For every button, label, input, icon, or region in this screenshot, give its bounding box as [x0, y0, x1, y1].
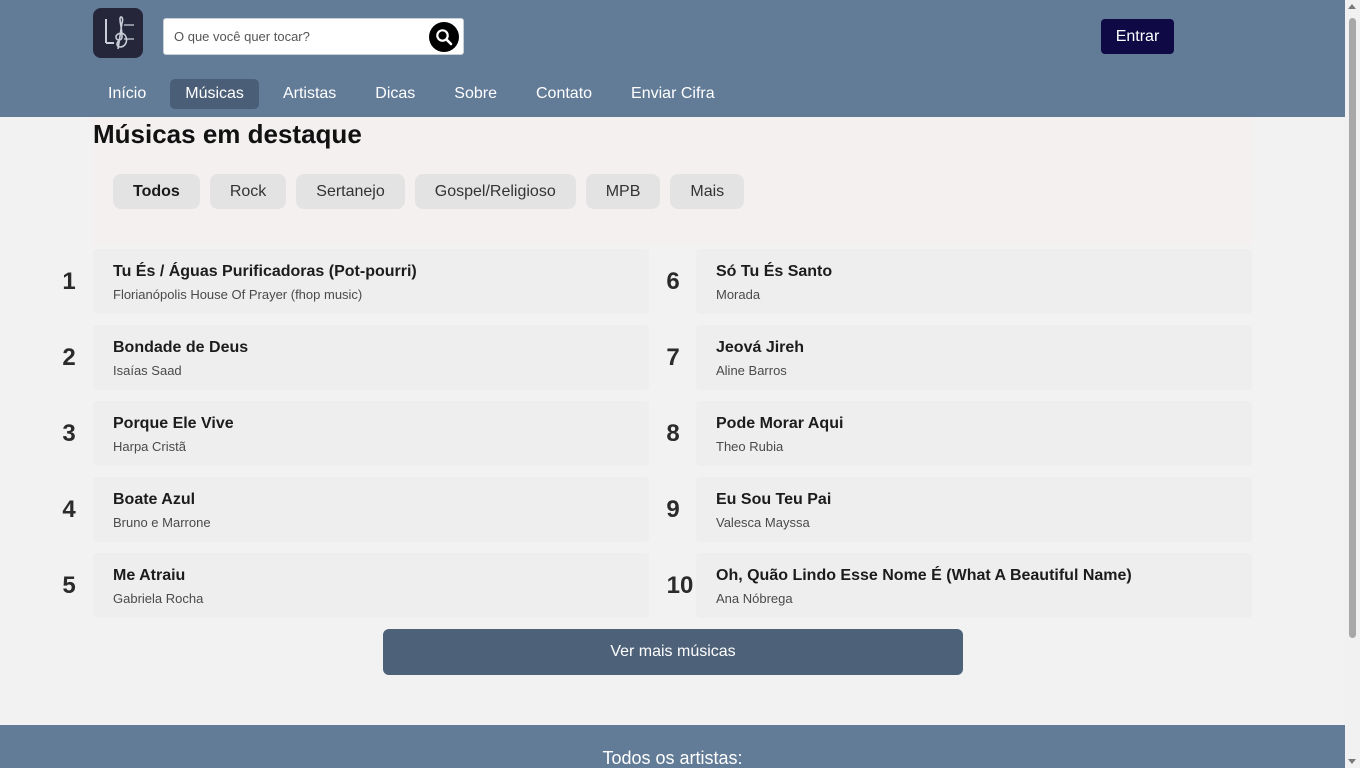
song-title: Boate Azul	[113, 491, 196, 508]
search-input[interactable]	[164, 19, 419, 54]
scroll-up-icon[interactable]	[1348, 4, 1356, 9]
scrollbar-thumb[interactable]	[1349, 18, 1356, 638]
song-rank: 6	[666, 268, 680, 295]
nav-item-musicas[interactable]: Músicas	[170, 79, 259, 109]
song-item[interactable]: Bondade de Deus Isaías Saad	[93, 325, 649, 390]
song-title: Oh, Quão Lindo Esse Nome É (What A Beaut…	[716, 567, 1132, 584]
song-title: Me Atraiu	[113, 567, 186, 584]
treble-clef-logo-icon[interactable]	[93, 8, 143, 58]
more-songs-button[interactable]: Ver mais músicas	[383, 629, 963, 675]
filter-mpb[interactable]: MPB	[585, 174, 661, 209]
search-button[interactable]	[429, 22, 459, 52]
artists-footer: Todos os artistas:	[0, 725, 1345, 768]
genre-filters: Todos Rock Sertanejo Gospel/Religioso MP…	[113, 174, 754, 209]
song-artist: Harpa Cristã	[113, 439, 186, 454]
login-button[interactable]: Entrar	[1101, 19, 1174, 54]
song-item[interactable]: Jeová Jireh Aline Barros	[696, 325, 1252, 390]
song-item[interactable]: Eu Sou Teu Pai Valesca Mayssa	[696, 477, 1252, 542]
song-item[interactable]: Só Tu És Santo Morada	[696, 249, 1252, 314]
song-item[interactable]: Oh, Quão Lindo Esse Nome É (What A Beaut…	[696, 553, 1252, 618]
song-item[interactable]: Pode Morar Aqui Theo Rubia	[696, 401, 1252, 466]
page-scrollbar[interactable]	[1345, 0, 1360, 768]
filter-gospel[interactable]: Gospel/Religioso	[414, 174, 576, 209]
filter-sertanejo[interactable]: Sertanejo	[296, 174, 405, 209]
song-artist: Bruno e Marrone	[113, 515, 211, 530]
song-item[interactable]: Tu És / Águas Purificadoras (Pot-pourri)…	[93, 249, 649, 314]
nav-item-enviar-cifra[interactable]: Enviar Cifra	[616, 79, 730, 109]
nav-item-dicas[interactable]: Dicas	[360, 79, 430, 109]
song-title: Porque Ele Vive	[113, 415, 234, 432]
footer-title: Todos os artistas:	[602, 748, 743, 768]
song-artist: Gabriela Rocha	[113, 591, 204, 606]
featured-section: Músicas em destaque Todos Rock Sertanejo…	[93, 117, 1253, 245]
filter-mais[interactable]: Mais	[670, 174, 745, 209]
song-item[interactable]: Boate Azul Bruno e Marrone	[93, 477, 649, 542]
song-artist: Theo Rubia	[716, 439, 784, 454]
nav-item-artistas[interactable]: Artistas	[268, 79, 351, 109]
song-rank: 7	[666, 344, 680, 371]
song-rank: 10	[666, 572, 694, 599]
search-icon	[436, 29, 453, 46]
song-artist: Morada	[716, 287, 761, 302]
song-artist: Florianópolis House Of Prayer (fhop musi…	[113, 287, 363, 302]
nav-item-contato[interactable]: Contato	[521, 79, 607, 109]
song-title: Jeová Jireh	[716, 339, 805, 356]
main-nav: Início Músicas Artistas Dicas Sobre Cont…	[93, 79, 739, 109]
page-title: Músicas em destaque	[93, 119, 362, 149]
song-rank: 5	[62, 572, 76, 599]
song-artist: Isaías Saad	[113, 363, 182, 378]
song-rank: 2	[62, 344, 76, 371]
song-rank: 8	[666, 420, 680, 447]
song-title: Bondade de Deus	[113, 339, 249, 356]
nav-item-sobre[interactable]: Sobre	[439, 79, 512, 109]
filter-rock[interactable]: Rock	[209, 174, 287, 209]
song-rank: 1	[62, 268, 76, 295]
song-title: Pode Morar Aqui	[716, 415, 844, 432]
nav-item-inicio[interactable]: Início	[93, 79, 161, 109]
song-item[interactable]: Me Atraiu Gabriela Rocha	[93, 553, 649, 618]
song-rank: 4	[62, 496, 76, 523]
song-artist: Aline Barros	[716, 363, 787, 378]
song-title: Eu Sou Teu Pai	[716, 491, 832, 508]
song-title: Só Tu És Santo	[716, 263, 833, 280]
song-rank: 3	[62, 420, 76, 447]
scroll-down-icon[interactable]	[1348, 759, 1356, 764]
search-box	[163, 18, 464, 55]
song-artist: Ana Nóbrega	[716, 591, 793, 606]
song-artist: Valesca Mayssa	[716, 515, 810, 530]
filter-todos[interactable]: Todos	[113, 174, 200, 209]
song-title: Tu És / Águas Purificadoras (Pot-pourri)	[113, 263, 417, 280]
song-rank: 9	[666, 496, 680, 523]
site-header: Entrar Início Músicas Artistas Dicas Sob…	[0, 0, 1345, 117]
song-item[interactable]: Porque Ele Vive Harpa Cristã	[93, 401, 649, 466]
